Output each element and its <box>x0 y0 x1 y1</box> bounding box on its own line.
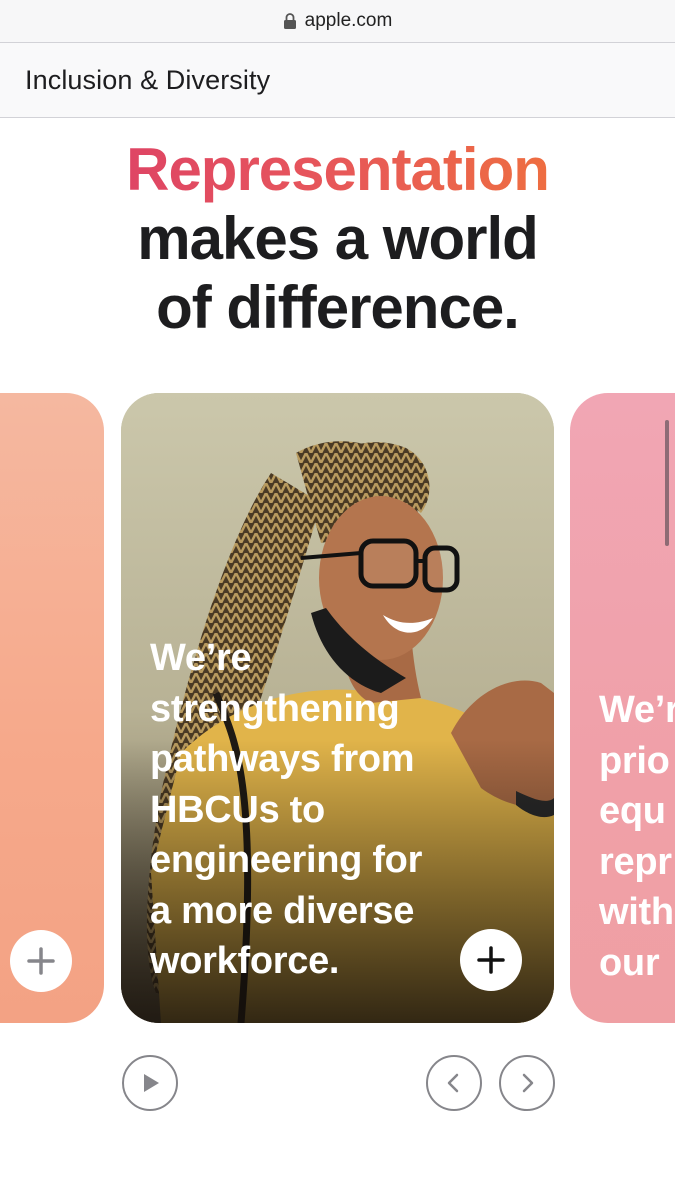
browser-url-bar[interactable]: apple.com <box>0 0 675 43</box>
card-next-text-line: We’r <box>599 689 675 731</box>
next-button[interactable] <box>499 1055 555 1111</box>
card-next-text-line: with <box>599 891 674 933</box>
headline-line-3: of difference. <box>156 274 520 341</box>
page-headline: Representation makes a world of differen… <box>0 135 675 342</box>
chevron-left-icon <box>447 1073 459 1093</box>
card-current-text-line: a more diverse <box>150 889 415 932</box>
headline-line-2: makes a world <box>137 205 539 272</box>
plus-icon <box>477 946 505 974</box>
card-next-text: We’r prio equ repr with our <box>599 685 675 988</box>
previous-button[interactable] <box>426 1055 482 1111</box>
card-current-text-line: strengthening <box>150 687 400 730</box>
scroll-indicator[interactable] <box>665 420 669 546</box>
gallery-card-previous[interactable]: g <box>0 393 104 1023</box>
local-nav-title[interactable]: Inclusion & Diversity <box>25 65 270 96</box>
card-current-text-line: workforce. <box>150 940 340 982</box>
chevron-right-icon <box>522 1073 534 1093</box>
page: apple.com Inclusion & Diversity Represen… <box>0 0 675 1200</box>
card-next-text-line: repr <box>599 840 672 883</box>
lock-icon <box>283 13 296 29</box>
card-current-expand-button[interactable] <box>460 929 522 991</box>
card-current-text-line: engineering for <box>150 839 423 881</box>
card-current-text: We’re strengthening pathways from HBCUs … <box>150 633 480 987</box>
play-button[interactable] <box>122 1055 178 1111</box>
gallery-card-next[interactable]: We’r prio equ repr with our <box>570 393 675 1023</box>
plus-icon <box>27 947 55 975</box>
card-previous-text: g <box>0 838 104 889</box>
url-text: apple.com <box>304 10 393 31</box>
headline-highlight: Representation <box>0 135 675 204</box>
local-nav: Inclusion & Diversity <box>0 43 675 118</box>
play-icon <box>144 1074 159 1092</box>
card-current-text-line: pathways from <box>150 738 415 780</box>
card-current-text-line: We’re <box>150 637 252 679</box>
card-next-text-line: equ <box>599 790 666 832</box>
card-previous-expand-button[interactable] <box>10 930 72 992</box>
card-next-text-line: prio <box>599 739 670 782</box>
card-current-text-line: HBCUs to <box>150 788 325 831</box>
gallery-card-current[interactable]: We’re strengthening pathways from HBCUs … <box>121 393 554 1023</box>
card-next-text-line: our <box>599 941 660 984</box>
